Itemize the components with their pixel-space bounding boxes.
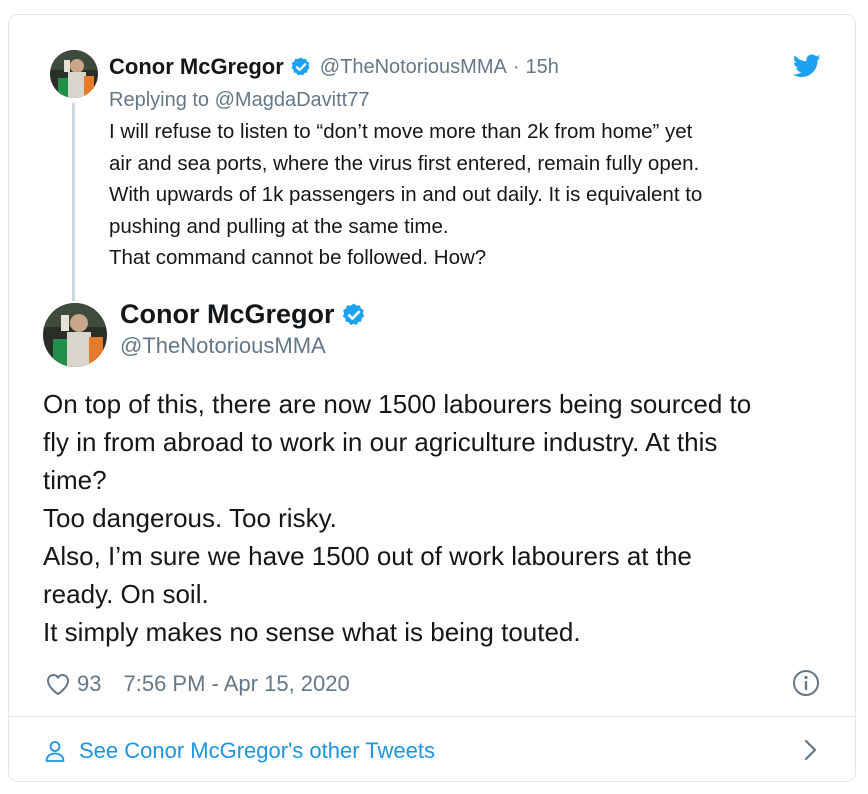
parent-text-line: That command cannot be followed. How?: [109, 246, 487, 269]
replying-to-mention[interactable]: @MagdaDavitt77: [215, 89, 370, 111]
thread-connector-line: [72, 103, 75, 301]
twitter-bird-icon[interactable]: [793, 53, 821, 79]
main-text-line: ready. On soil.: [43, 579, 209, 609]
main-text-line: Too dangerous. Too risky.: [43, 503, 337, 533]
parent-text-line: air and sea ports, where the virus first…: [109, 151, 700, 175]
footer-divider: [9, 716, 855, 717]
parent-tweet-header: Conor McGregor @TheNotoriousMMA · 15h: [109, 53, 559, 81]
replying-to-prefix: Replying to: [109, 89, 210, 111]
tweet-meta-row: 93 7:56 PM - Apr 15, 2020: [45, 669, 350, 699]
parent-tweet-time[interactable]: 15h: [526, 56, 559, 79]
person-icon: [43, 739, 67, 763]
main-author-name[interactable]: Conor McGregor: [120, 299, 335, 330]
parent-author-avatar[interactable]: [50, 50, 98, 98]
main-text-line: time?: [43, 465, 107, 495]
main-text-line: fly in from abroad to work in our agricu…: [43, 427, 718, 457]
info-icon[interactable]: [792, 669, 820, 697]
verified-badge-icon: [290, 56, 312, 78]
main-text-line: On top of this, there are now 1500 labou…: [43, 389, 752, 419]
parent-author-name[interactable]: Conor McGregor: [109, 54, 284, 80]
chevron-right-icon[interactable]: [803, 737, 819, 763]
verified-badge-icon: [341, 302, 367, 328]
parent-author-handle[interactable]: @TheNotoriousMMA: [320, 56, 507, 79]
like-count[interactable]: 93: [77, 671, 101, 697]
main-tweet-text: On top of this, there are now 1500 labou…: [43, 385, 833, 651]
parent-text-line: pushing and pulling at the same time.: [109, 214, 449, 238]
heart-icon[interactable]: [45, 672, 71, 696]
main-author-handle[interactable]: @TheNotoriousMMA: [120, 333, 326, 359]
embedded-tweet-card: Conor McGregor @TheNotoriousMMA · 15h Re…: [8, 14, 856, 782]
main-author-avatar[interactable]: [43, 303, 107, 367]
replying-to-line: Replying to @MagdaDavitt77: [109, 89, 369, 112]
tweet-timestamp[interactable]: 7:56 PM - Apr 15, 2020: [123, 671, 349, 697]
parent-tweet-text: I will refuse to listen to “don’t move m…: [109, 116, 829, 274]
see-other-tweets-link[interactable]: See Conor McGregor's other Tweets: [43, 735, 823, 767]
parent-text-line: With upwards of 1k passengers in and out…: [109, 183, 703, 206]
see-other-tweets-label[interactable]: See Conor McGregor's other Tweets: [79, 738, 435, 764]
parent-text-line: I will refuse to listen to “don’t move m…: [109, 120, 693, 143]
main-text-line: It simply makes no sense what is being t…: [43, 617, 581, 647]
main-text-line: Also, I’m sure we have 1500 out of work …: [43, 541, 692, 571]
header-separator: ·: [512, 55, 520, 78]
main-author-name-row: Conor McGregor: [120, 299, 367, 330]
